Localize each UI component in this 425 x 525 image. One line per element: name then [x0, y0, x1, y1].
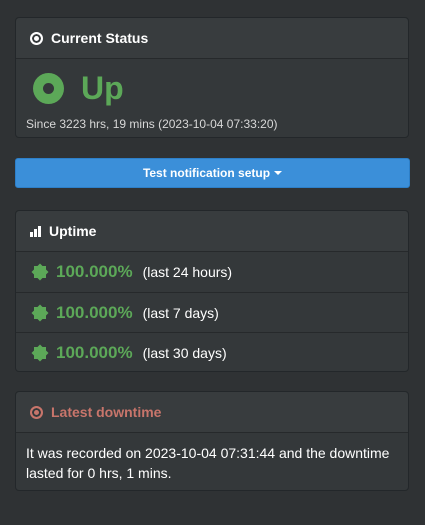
dot-circle-icon: [30, 405, 43, 419]
current-status-header: Current Status: [16, 18, 408, 59]
uptime-period: (last 7 days): [142, 304, 219, 321]
uptime-percent: 100.000%: [56, 342, 133, 362]
test-notification-label: Test notification setup: [142, 166, 271, 180]
uptime-row-30d: 100.000% (last 30 days): [16, 332, 408, 372]
certificate-icon: [32, 345, 48, 361]
certificate-icon: [32, 264, 48, 280]
uptime-header: Uptime: [16, 211, 408, 252]
current-status-title: Current Status: [51, 30, 149, 46]
latest-downtime-text: It was recorded on 2023-10-04 07:31:44 a…: [26, 445, 390, 481]
uptime-panel: Uptime 100.000% (last 24 hours) 100.000%…: [15, 210, 409, 372]
latest-downtime-header: Latest downtime: [16, 392, 408, 433]
latest-downtime-title: Latest downtime: [51, 404, 162, 420]
test-notification-button[interactable]: Test notification setup: [15, 158, 410, 188]
certificate-icon: [32, 305, 48, 321]
status-display: Up: [16, 59, 408, 107]
uptime-period: (last 30 days): [142, 344, 227, 361]
uptime-period: (last 24 hours): [142, 264, 233, 280]
latest-downtime-panel: Latest downtime It was recorded on 2023-…: [15, 391, 409, 491]
uptime-row-7d: 100.000% (last 7 days): [16, 292, 408, 332]
status-word: Up: [81, 70, 124, 106]
uptime-percent: 100.000%: [56, 302, 133, 322]
bar-chart-icon: [30, 225, 41, 237]
current-status-panel: Current Status Up Since 3223 hrs, 19 min…: [15, 17, 409, 138]
uptime-title: Uptime: [49, 223, 97, 239]
dot-circle-icon: [30, 31, 43, 45]
caret-down-icon: [274, 171, 283, 175]
status-since: Since 3223 hrs, 19 mins (2023-10-04 07:3…: [26, 117, 278, 131]
uptime-percent: 100.000%: [56, 262, 133, 281]
status-dot-icon: [33, 72, 64, 104]
uptime-row-24h: 100.000% (last 24 hours): [16, 252, 408, 292]
